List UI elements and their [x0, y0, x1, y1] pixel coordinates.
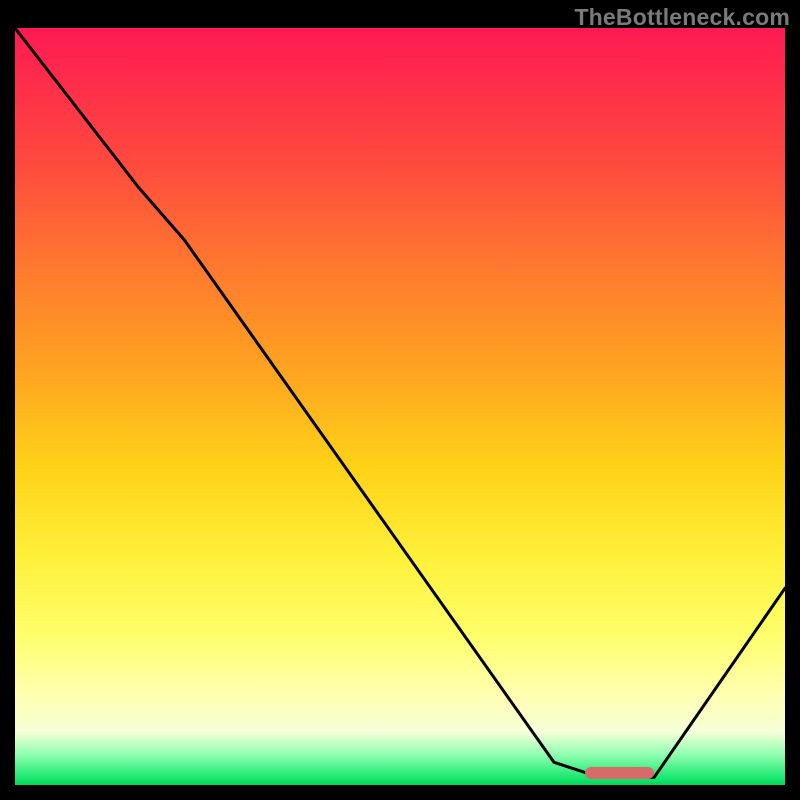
- chart-plot-area: [15, 28, 785, 785]
- watermark-text: TheBottleneck.com: [574, 4, 790, 31]
- optimal-range-marker: [585, 767, 654, 779]
- bottleneck-curve-path: [15, 28, 785, 777]
- curve-svg: [15, 28, 785, 785]
